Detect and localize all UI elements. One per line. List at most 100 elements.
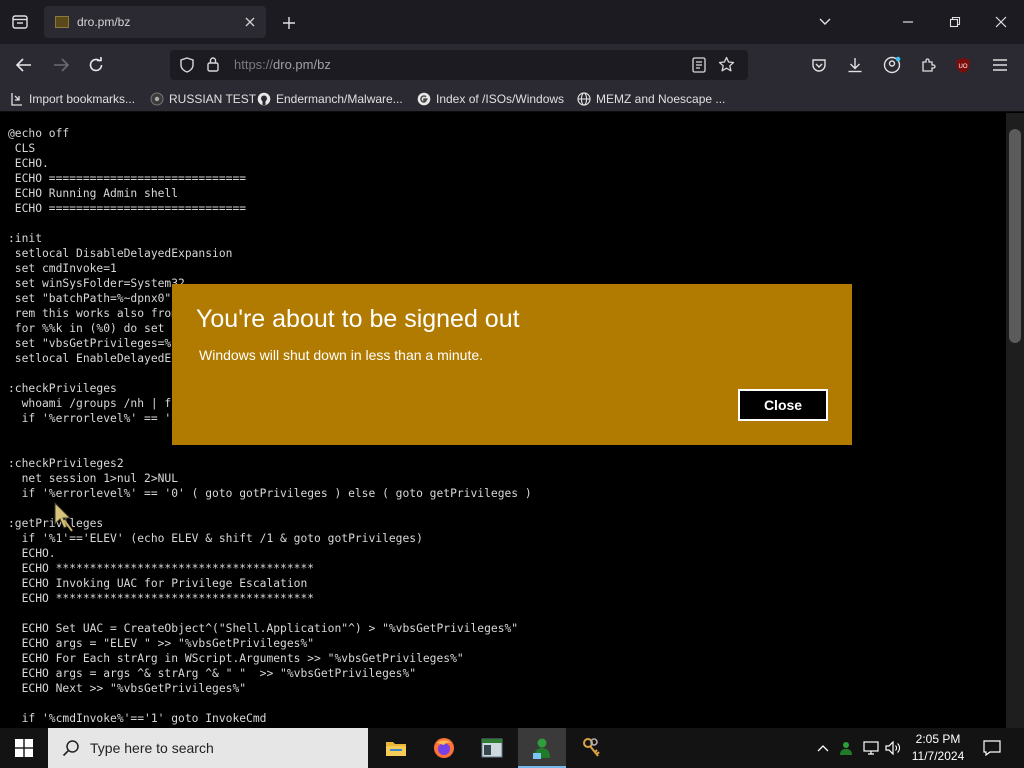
code-line: if '%errorlevel%' == '0' ( goto gotPrivi… [8,487,532,500]
taskbar-window-app[interactable] [468,728,516,768]
bookmark-import[interactable]: Import bookmarks... [10,90,135,108]
taskbar-file-explorer[interactable] [372,728,420,768]
github-icon [257,92,271,106]
bookmarks-toolbar: Import bookmarks... RUSSIAN TEST Enderma… [0,86,1024,112]
tab-list-icon [12,15,28,29]
google-icon [417,92,431,106]
hamburger-menu-icon [993,59,1007,71]
dialog-message: Windows will shut down in less than a mi… [199,347,484,363]
close-icon [995,16,1007,28]
search-icon [62,740,79,757]
new-tab-button[interactable] [278,12,300,34]
close-button[interactable]: Close [738,389,828,421]
folder-icon [386,742,406,756]
code-line: ECHO ***********************************… [8,592,315,605]
back-button[interactable] [11,53,37,77]
close-window-button[interactable] [987,10,1015,34]
import-icon [10,92,24,106]
url-protocol: https:// [234,57,274,72]
tab-list-button[interactable] [6,9,34,35]
lock-icon[interactable] [206,56,220,76]
bookmark-label: Endermanch/Malware... [276,92,403,106]
extensions-button[interactable] [915,53,941,77]
reload-button[interactable] [83,53,109,77]
code-line: ECHO Set UAC = CreateObject^("Shell.Appl… [8,622,519,635]
code-line: ECHO Next >> "%vbsGetPrivileges%" [8,682,247,695]
bookmark-label: MEMZ and Noescape ... [596,92,726,106]
reader-view-icon[interactable] [692,57,706,77]
taskbar-firefox[interactable] [420,728,468,768]
globe-icon [577,92,591,106]
pocket-icon [812,58,826,72]
scrollbar-thumb[interactable] [1009,129,1021,343]
arrow-right-icon [54,58,69,72]
site-favicon-icon [55,16,69,28]
start-button[interactable] [0,728,48,768]
restore-button[interactable] [941,10,969,34]
tab-close-button[interactable] [240,12,260,32]
code-line: ECHO For Each strArg in WScript.Argument… [8,652,464,665]
tray-green-app[interactable] [836,728,856,768]
tab-dro-pm[interactable]: dro.pm/bz [44,6,266,38]
network-button[interactable] [860,728,882,768]
green-figure-icon [533,738,550,759]
code-line: ECHO Invoking UAC for Privilege Escalati… [8,577,308,590]
list-all-tabs-button[interactable] [811,10,839,34]
plus-icon [283,17,295,29]
account-button[interactable] [879,53,905,77]
code-line: ECHO. [8,547,56,560]
code-line: :checkPrivileges2 [8,457,124,470]
clock-time: 2:05 PM [915,732,961,746]
code-line: CLS [8,142,36,155]
window-app-icon [481,738,503,758]
code-line: if '%cmdInvoke%'=='1' goto InvokeCmd [8,712,267,725]
show-hidden-icons-button[interactable] [813,728,833,768]
code-line: ECHO ============================= [8,172,247,185]
code-line: ECHO args = "ELEV " >> "%vbsGetPrivilege… [8,637,315,650]
code-line: :init [8,232,43,245]
reload-icon [89,57,103,72]
bookmark-label: Import bookmarks... [29,92,136,106]
bookmark-index-of-isos[interactable]: Index of /ISOs/Windows [417,90,564,108]
volume-button[interactable] [883,728,903,768]
code-line: setlocal DisableDelayedExpansion [8,247,233,260]
taskbar-search-box[interactable]: Type here to search [48,728,368,768]
keys-icon [583,738,600,757]
taskbar-active-app[interactable] [518,728,566,768]
code-line: ECHO. [8,157,49,170]
notifications-button[interactable] [978,728,1006,768]
chevron-up-icon [817,745,829,752]
pocket-button[interactable] [806,53,832,77]
star-bookmark-icon[interactable] [718,56,735,77]
bookmark-russian-test[interactable]: RUSSIAN TEST [150,90,256,108]
browser-tab-bar: dro.pm/bz [0,0,1024,44]
close-icon [245,17,255,27]
address-bar[interactable]: https://dro.pm/bz [170,50,748,80]
downloads-button[interactable] [842,53,868,77]
ublock-button[interactable]: UO [950,53,976,77]
page-scrollbar[interactable] [1006,113,1024,728]
minimize-button[interactable] [894,10,922,34]
code-line: ECHO args = args ^& strArg ^& " " >> "%v… [8,667,417,680]
puzzle-icon [922,58,936,72]
taskbar-keys-app[interactable] [568,728,616,768]
speaker-icon [885,741,900,755]
ublock-shield-icon: UO [956,57,970,73]
notification-icon [983,740,1001,756]
bookmark-memz-noescape[interactable]: MEMZ and Noescape ... [577,90,725,108]
forward-button[interactable] [48,53,74,77]
url-text[interactable]: https://dro.pm/bz [234,57,331,72]
search-placeholder: Type here to search [90,740,214,756]
menu-button[interactable] [987,53,1013,77]
busy-cursor-icon [52,501,74,536]
shield-icon[interactable] [179,57,195,77]
code-line: @echo off [8,127,70,140]
navigation-toolbar: https://dro.pm/bz UO [0,44,1024,86]
bookmark-endermanch-malware[interactable]: Endermanch/Malware... [257,90,403,108]
firefox-icon [434,738,454,758]
taskbar-clock[interactable]: 2:05 PM 11/7/2024 [902,731,974,765]
